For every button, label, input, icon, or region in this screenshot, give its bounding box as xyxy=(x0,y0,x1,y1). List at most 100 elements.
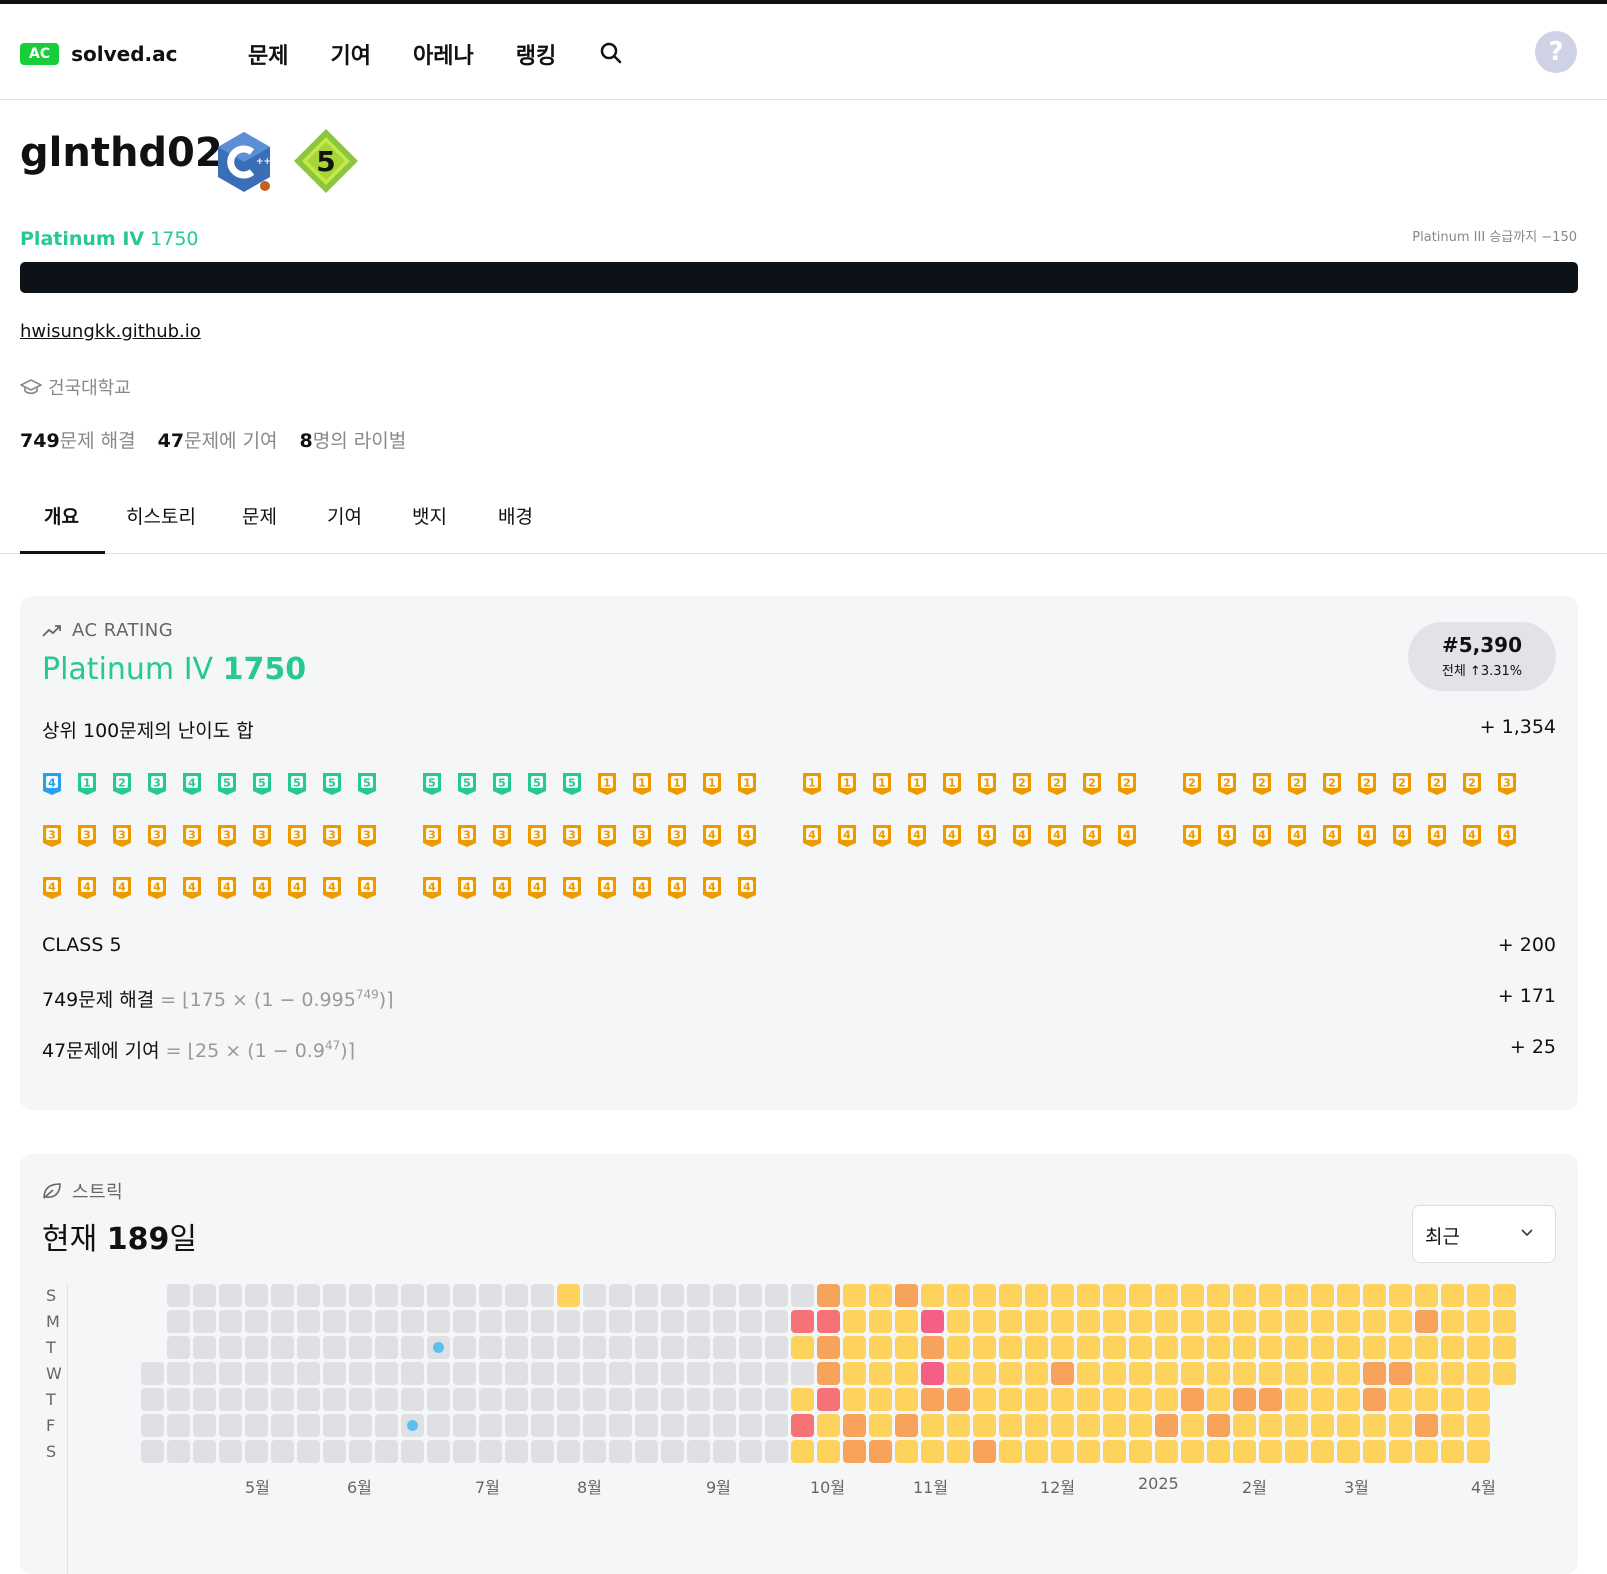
streak-day-cell[interactable] xyxy=(843,1440,866,1463)
streak-day-cell[interactable] xyxy=(557,1388,580,1411)
streak-day-cell[interactable] xyxy=(1441,1414,1464,1437)
streak-day-cell[interactable] xyxy=(921,1310,944,1333)
tier-badge[interactable]: 4 xyxy=(77,876,97,900)
streak-day-cell[interactable] xyxy=(687,1336,710,1359)
streak-day-cell[interactable] xyxy=(661,1310,684,1333)
streak-day-cell[interactable] xyxy=(1467,1362,1490,1385)
streak-day-cell[interactable] xyxy=(1181,1336,1204,1359)
streak-day-cell[interactable] xyxy=(531,1414,554,1437)
streak-day-cell[interactable] xyxy=(869,1388,892,1411)
tier-badge[interactable]: 3 xyxy=(182,824,202,848)
tier-badge[interactable]: 4 xyxy=(42,876,62,900)
tier-badge[interactable]: 4 xyxy=(527,876,547,900)
streak-day-cell[interactable] xyxy=(141,1440,164,1463)
streak-day-cell[interactable] xyxy=(193,1414,216,1437)
tier-badge[interactable]: 3 xyxy=(112,824,132,848)
tier-badge[interactable]: 4 xyxy=(837,824,857,848)
streak-day-cell[interactable] xyxy=(531,1440,554,1463)
tier-badge[interactable]: 4 xyxy=(357,876,377,900)
streak-day-cell[interactable] xyxy=(635,1336,658,1359)
streak-day-cell[interactable] xyxy=(1207,1414,1230,1437)
streak-day-cell[interactable] xyxy=(1415,1440,1438,1463)
logo[interactable]: AC solved.ac xyxy=(20,42,177,66)
streak-day-cell[interactable] xyxy=(375,1336,398,1359)
tier-badge[interactable]: 4 xyxy=(702,876,722,900)
streak-day-cell[interactable] xyxy=(869,1440,892,1463)
streak-day-cell[interactable] xyxy=(635,1388,658,1411)
streak-day-cell[interactable] xyxy=(427,1284,450,1307)
streak-day-cell[interactable] xyxy=(141,1362,164,1385)
stat-contributed[interactable]: 47문제에 기여 xyxy=(158,426,278,453)
streak-day-cell[interactable] xyxy=(583,1414,606,1437)
streak-day-cell[interactable] xyxy=(531,1388,554,1411)
tier-badge[interactable]: 5 xyxy=(217,772,237,796)
streak-day-cell[interactable] xyxy=(1259,1284,1282,1307)
streak-day-cell[interactable] xyxy=(739,1362,762,1385)
streak-day-cell[interactable] xyxy=(973,1362,996,1385)
tier-badge[interactable]: 1 xyxy=(942,772,962,796)
rank-pill[interactable]: #5,390 전체 ↑3.31% xyxy=(1408,622,1556,691)
streak-day-cell[interactable] xyxy=(1389,1440,1412,1463)
streak-day-cell[interactable] xyxy=(1441,1440,1464,1463)
streak-day-cell[interactable] xyxy=(635,1310,658,1333)
tier-badge[interactable]: 4 xyxy=(872,824,892,848)
streak-day-cell[interactable] xyxy=(1467,1440,1490,1463)
streak-day-cell[interactable] xyxy=(453,1388,476,1411)
streak-day-cell[interactable] xyxy=(323,1362,346,1385)
streak-day-cell[interactable] xyxy=(1103,1336,1126,1359)
streak-day-cell[interactable] xyxy=(765,1336,788,1359)
tier-badge[interactable]: 5 xyxy=(252,772,272,796)
streak-day-cell[interactable] xyxy=(869,1284,892,1307)
tier-badge[interactable]: 4 xyxy=(217,876,237,900)
tier-badge[interactable]: 4 xyxy=(457,876,477,900)
streak-day-cell[interactable] xyxy=(167,1310,190,1333)
streak-day-cell[interactable] xyxy=(1051,1440,1074,1463)
tier-badge[interactable]: 2 xyxy=(1462,772,1482,796)
streak-day-cell[interactable] xyxy=(817,1388,840,1411)
streak-day-cell[interactable] xyxy=(1467,1284,1490,1307)
streak-day-cell[interactable] xyxy=(349,1362,372,1385)
streak-day-cell[interactable] xyxy=(505,1336,528,1359)
streak-day-cell[interactable] xyxy=(1103,1388,1126,1411)
streak-day-cell[interactable] xyxy=(1337,1336,1360,1359)
tier-badge[interactable]: 4 xyxy=(562,876,582,900)
streak-day-cell[interactable] xyxy=(765,1284,788,1307)
tab-problems[interactable]: 문제 xyxy=(242,502,277,529)
nav-item-problems[interactable]: 문제 xyxy=(248,38,288,70)
streak-day-cell[interactable] xyxy=(1363,1336,1386,1359)
streak-day-cell[interactable] xyxy=(1207,1388,1230,1411)
streak-day-cell[interactable] xyxy=(219,1310,242,1333)
streak-day-cell[interactable] xyxy=(973,1388,996,1411)
streak-day-cell[interactable] xyxy=(895,1414,918,1437)
streak-day-cell[interactable] xyxy=(609,1440,632,1463)
streak-day-cell[interactable] xyxy=(505,1284,528,1307)
streak-day-cell[interactable] xyxy=(739,1414,762,1437)
streak-day-cell[interactable] xyxy=(661,1284,684,1307)
school[interactable]: 건국대학교 xyxy=(20,374,131,400)
streak-day-cell[interactable] xyxy=(1259,1336,1282,1359)
streak-day-cell[interactable] xyxy=(895,1362,918,1385)
streak-day-cell[interactable] xyxy=(479,1284,502,1307)
tier-badge[interactable]: 5 xyxy=(457,772,477,796)
streak-day-cell[interactable] xyxy=(687,1284,710,1307)
streak-day-cell[interactable] xyxy=(167,1388,190,1411)
streak-day-cell[interactable] xyxy=(401,1388,424,1411)
streak-day-cell[interactable] xyxy=(713,1336,736,1359)
streak-day-cell[interactable] xyxy=(245,1336,268,1359)
streak-day-cell[interactable] xyxy=(1285,1336,1308,1359)
streak-day-cell[interactable] xyxy=(1493,1284,1516,1307)
streak-day-cell[interactable] xyxy=(297,1284,320,1307)
streak-day-cell[interactable] xyxy=(635,1362,658,1385)
streak-day-cell[interactable] xyxy=(1051,1362,1074,1385)
tier-badge[interactable]: 2 xyxy=(1252,772,1272,796)
tier-badge[interactable]: 4 xyxy=(1392,824,1412,848)
streak-day-cell[interactable] xyxy=(1493,1362,1516,1385)
streak-day-cell[interactable] xyxy=(1103,1440,1126,1463)
streak-day-cell[interactable] xyxy=(843,1310,866,1333)
tier-badge[interactable]: 4 xyxy=(1497,824,1517,848)
streak-day-cell[interactable] xyxy=(869,1310,892,1333)
streak-day-cell[interactable] xyxy=(1077,1388,1100,1411)
streak-day-cell[interactable] xyxy=(479,1336,502,1359)
search-icon[interactable] xyxy=(600,42,622,68)
streak-day-cell[interactable] xyxy=(687,1440,710,1463)
